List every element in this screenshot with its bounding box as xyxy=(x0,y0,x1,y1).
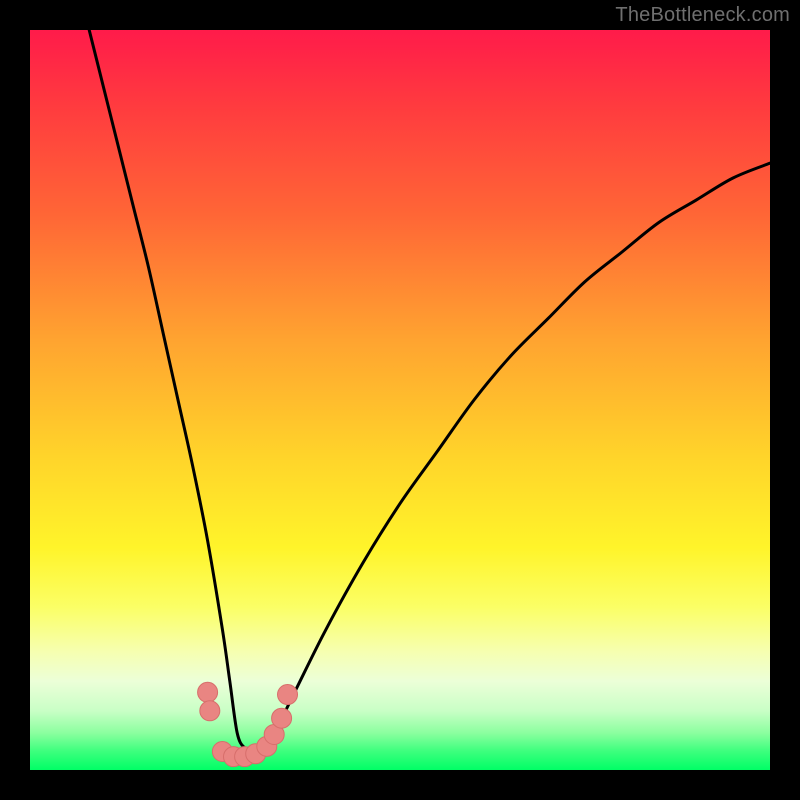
marker-layer xyxy=(30,30,770,770)
data-marker xyxy=(272,708,292,728)
watermark-text: TheBottleneck.com xyxy=(615,4,790,27)
marker-group xyxy=(198,682,298,766)
data-marker xyxy=(278,685,298,705)
data-marker xyxy=(198,682,218,702)
chart-stage: TheBottleneck.com xyxy=(0,0,800,800)
data-marker xyxy=(200,701,220,721)
plot-area xyxy=(30,30,770,770)
